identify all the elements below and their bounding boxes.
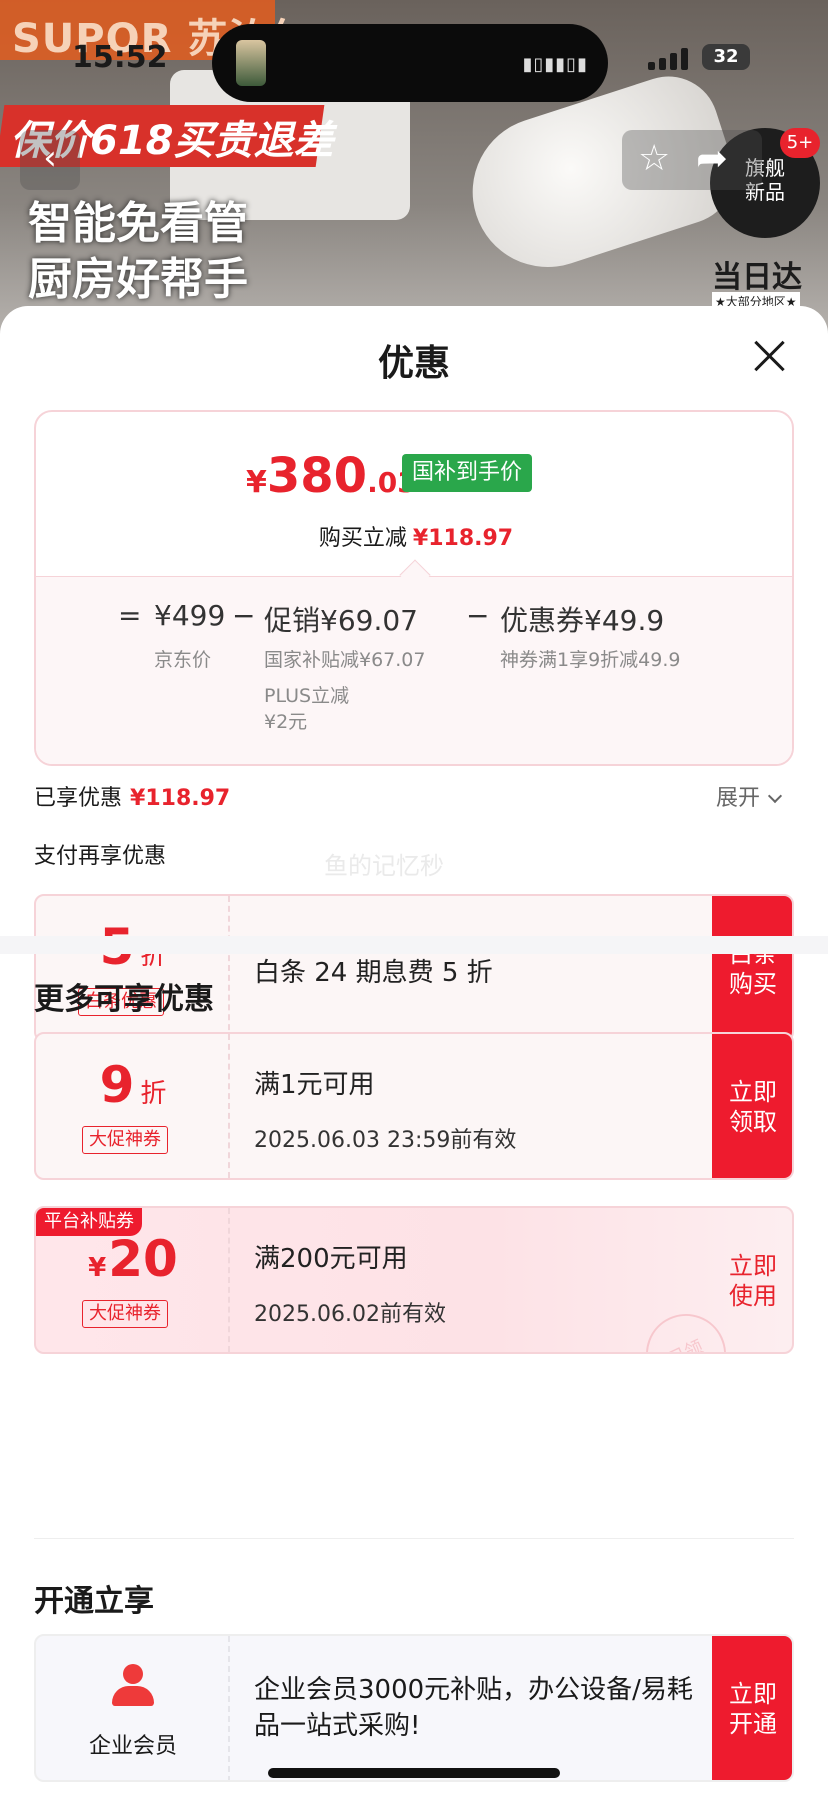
same-day-delivery: 当日达 bbox=[712, 260, 802, 295]
signal-icon bbox=[648, 48, 688, 70]
jd-price: ¥499 bbox=[154, 599, 226, 632]
chevron-down-icon bbox=[767, 788, 783, 804]
coupon-value: 9折 bbox=[36, 1056, 230, 1114]
close-icon[interactable] bbox=[748, 336, 792, 380]
coupon-currency: ¥ bbox=[88, 1253, 107, 1283]
price-currency: ¥ bbox=[246, 465, 267, 500]
discount-sheet: 优惠 ¥380.03 国补到手价 购买立减 ¥118.97 = ¥499 京东价 … bbox=[0, 306, 828, 1796]
coupon-number: 20 bbox=[108, 1230, 178, 1288]
promo-sub-plus-value: ¥2元 bbox=[264, 711, 308, 733]
member-description: 企业会员3000元补贴，办公设备/易耗品一站式采购! bbox=[254, 1675, 693, 1741]
member-icon-area: 企业会员 bbox=[36, 1636, 230, 1780]
coupon-description: 白条 24 期息费 5 折 bbox=[254, 958, 493, 988]
platform-subsidy-tag: 平台补贴券 bbox=[36, 1208, 142, 1236]
minus-sign-2: − bbox=[466, 599, 490, 632]
status-bar: 15:52 ▮▯▮▮▯▮ 32 bbox=[0, 0, 828, 110]
share-icon[interactable]: ➦ bbox=[696, 136, 728, 180]
section-gap bbox=[0, 936, 828, 954]
coupon-description: 满1元可用 bbox=[254, 1070, 375, 1100]
person-icon bbox=[112, 1664, 154, 1708]
final-price: ¥380.03 bbox=[246, 448, 417, 504]
message-count-badge[interactable]: 5+ bbox=[780, 128, 820, 158]
open-membership-button[interactable]: 立即 开通 bbox=[712, 1636, 792, 1780]
enjoyed-discount: 已享优惠 ¥118.97 bbox=[34, 780, 230, 812]
coupon-number: 9 bbox=[99, 1056, 135, 1114]
audio-wave-icon: ▮▯▮▮▯▮ bbox=[522, 54, 588, 75]
coupon-unit: 折 bbox=[140, 1079, 167, 1109]
final-price-area: ¥380.03 国补到手价 购买立减 ¥118.97 bbox=[36, 412, 792, 576]
coupon-tag: 大促神券 bbox=[82, 1300, 168, 1328]
equals-sign: = bbox=[118, 599, 142, 632]
watermark: 鱼的记忆秒 bbox=[324, 852, 444, 880]
use-coupon-button[interactable]: 立即 使用 bbox=[712, 1208, 792, 1352]
home-indicator bbox=[268, 1768, 560, 1778]
coupon-card: 9折 大促神券 满1元可用 2025.06.03 23:59前有效 立即 领取 bbox=[34, 1032, 794, 1180]
open-section-title: 开通立享 bbox=[34, 1584, 154, 1619]
coupon-card: ¥20 大促神券 平台补贴券 满200元可用 2025.06.02前有效 已领 … bbox=[34, 1206, 794, 1354]
coupon-value-area: 9折 大促神券 bbox=[36, 1034, 230, 1178]
slogan-line-2: 厨房好帮手 bbox=[28, 254, 248, 305]
pay-more-label: 支付再享优惠 bbox=[34, 844, 167, 869]
nav-actions: ☆ ➦ bbox=[622, 130, 762, 190]
baitiao-buy-button[interactable]: 白条 购买 bbox=[712, 896, 792, 1040]
divider bbox=[34, 1538, 794, 1539]
coupon-tag: 大促神券 bbox=[82, 1126, 168, 1154]
enjoyed-label: 已享优惠 bbox=[34, 786, 123, 811]
coupon-description: 满200元可用 bbox=[254, 1244, 408, 1274]
coupon-expiry: 2025.06.03 23:59前有效 bbox=[254, 1128, 517, 1153]
chevron-left-icon: ‹ bbox=[43, 138, 57, 178]
product-slogan: 智能免看管 厨房好帮手 bbox=[28, 196, 248, 308]
coupon-value: ¥20 bbox=[36, 1230, 230, 1288]
dynamic-island: ▮▯▮▮▯▮ bbox=[212, 24, 608, 102]
status-time: 15:52 bbox=[72, 40, 168, 75]
battery-icon: 32 bbox=[702, 44, 750, 70]
favorite-star-icon[interactable]: ☆ bbox=[638, 138, 670, 179]
price-breakdown: = ¥499 京东价 − 促销¥69.07 国家补贴减¥67.07 PLUS立减… bbox=[36, 576, 792, 764]
price-card: ¥380.03 国补到手价 购买立减 ¥118.97 = ¥499 京东价 − 促… bbox=[34, 410, 794, 766]
baitiao-card: 5折 白条优惠 白条 24 期息费 5 折 白条 购买 bbox=[34, 894, 794, 1042]
coupon-sub: 神券满1享9折减49.9 bbox=[500, 649, 681, 671]
member-label: 企业会员 bbox=[88, 1734, 177, 1759]
coupon-expiry: 2025.06.02前有效 bbox=[254, 1302, 446, 1327]
promo-sub-gov: 国家补贴减¥67.07 bbox=[264, 649, 426, 671]
promo-amount: 促销¥69.07 bbox=[264, 604, 418, 637]
coupon-value-area: 5折 白条优惠 bbox=[36, 896, 230, 1040]
jd-price-label: 京东价 bbox=[154, 649, 212, 671]
slogan-line-1: 智能免看管 bbox=[28, 198, 248, 249]
more-section-title: 更多可享优惠 bbox=[34, 982, 214, 1017]
promo-sub-plus: PLUS立减 bbox=[264, 685, 350, 707]
sheet-title: 优惠 bbox=[377, 343, 450, 384]
expand-button[interactable]: 展开 bbox=[716, 780, 783, 812]
gov-subsidy-tag: 国补到手价 bbox=[402, 454, 533, 492]
back-button[interactable]: ‹ bbox=[20, 130, 80, 190]
enjoyed-value: ¥118.97 bbox=[130, 786, 231, 811]
buy-reduce-value: ¥118.97 bbox=[412, 526, 514, 551]
price-integer: 380 bbox=[266, 448, 368, 504]
coupon-amount: 优惠券¥49.9 bbox=[500, 604, 665, 637]
minus-sign-1: − bbox=[232, 599, 256, 632]
expand-label: 展开 bbox=[716, 786, 761, 811]
now-playing-thumbnail bbox=[236, 40, 266, 86]
claim-coupon-button[interactable]: 立即 领取 bbox=[712, 1034, 792, 1178]
buy-reduce: 购买立减 ¥118.97 bbox=[36, 520, 792, 552]
buy-reduce-label: 购买立减 bbox=[318, 526, 407, 551]
enterprise-member-card: 企业会员 企业会员3000元补贴，办公设备/易耗品一站式采购! 立即 开通 bbox=[34, 1634, 794, 1782]
